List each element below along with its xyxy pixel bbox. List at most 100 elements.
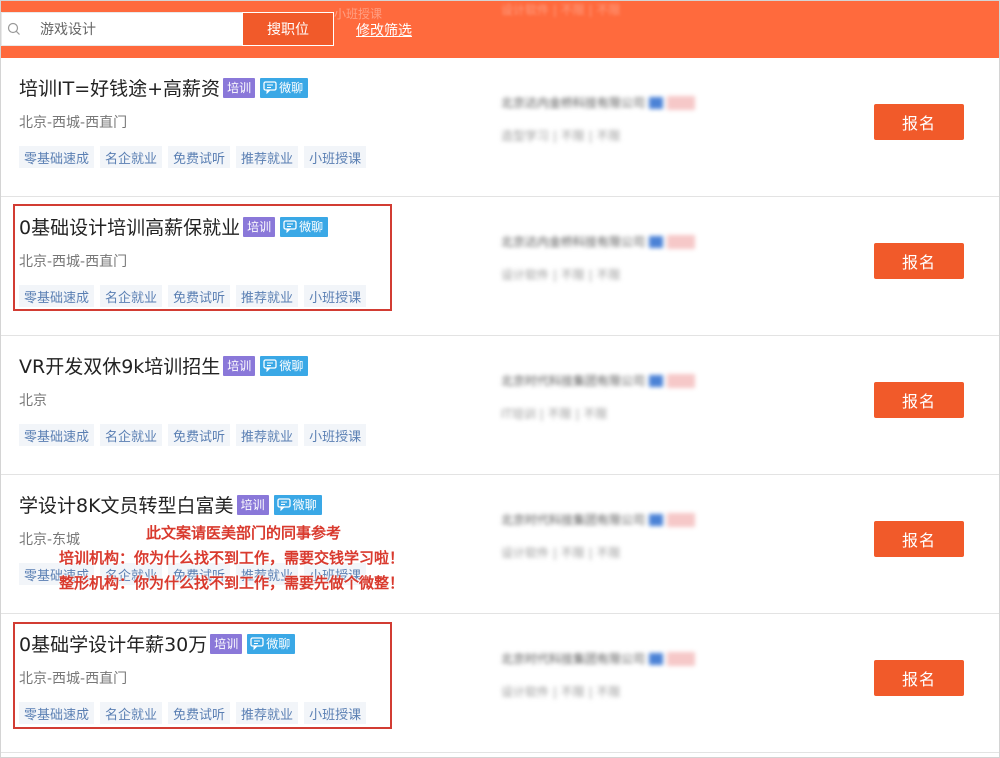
company-level-badge (667, 373, 696, 388)
job-listing-4[interactable]: 学设计8K文员转型白富美 培训 微聊 北京-东城 零基础速成 名企就业 免费试听 推荐… (1, 475, 999, 614)
job-title[interactable]: 培训IT=好钱途+高薪资 (19, 74, 220, 101)
benefit-tags: 零基础速成 名企就业 免费试听 推荐就业 小班授课 (19, 702, 372, 724)
chat-bubble-icon (250, 637, 264, 650)
company-name[interactable]: 北京时代科技集团有限公司 (501, 511, 645, 528)
benefit-tag: 小班授课 (304, 702, 367, 724)
verified-badge-icon (649, 374, 664, 387)
training-tag: 培训 (210, 633, 243, 654)
wechat-chat-label: 微聊 (266, 637, 291, 651)
title-row: 0基础学设计年薪30万 培训 微聊 (19, 630, 296, 657)
benefit-tag: 推荐就业 (236, 702, 299, 724)
job-location: 北京-西城-西直门 (19, 671, 128, 687)
training-tag: 培训 (243, 216, 276, 237)
faded-background-text-2: 设计软件 | 不限 | 不限 (501, 3, 621, 17)
job-title[interactable]: 0基础学设计年薪30万 (19, 630, 207, 657)
benefit-tag: 零基础速成 (19, 424, 95, 446)
apply-button[interactable]: 报名 (874, 104, 964, 140)
annotation-cosmetic: 整形机构：你为什么找不到工作，需要先做个微整！ (59, 574, 405, 592)
company-info: 北京达内金桥科技有限公司 造型学习 | 不限 | 不限 (501, 94, 721, 144)
wechat-chat-tag[interactable]: 微聊 (247, 633, 296, 654)
chat-bubble-icon (283, 220, 297, 233)
chat-bubble-icon (263, 81, 277, 94)
benefit-tag: 小班授课 (304, 424, 367, 446)
search-box (1, 12, 243, 46)
job-title[interactable]: 0基础设计培训高薪保就业 (19, 213, 240, 240)
annotation-training: 培训机构：你为什么找不到工作，需要交钱学习啦！ (59, 549, 405, 567)
wechat-chat-label: 微聊 (279, 359, 304, 373)
chat-bubble-icon (263, 359, 277, 372)
benefit-tag: 推荐就业 (236, 146, 299, 168)
company-meta: 设计软件 | 不限 | 不限 (501, 685, 621, 699)
company-name[interactable]: 北京时代科技集团有限公司 (501, 372, 645, 389)
search-jobs-button[interactable]: 搜职位 (242, 12, 334, 46)
benefit-tag: 小班授课 (304, 146, 367, 168)
apply-button[interactable]: 报名 (874, 660, 964, 696)
title-row: 学设计8K文员转型白富美 培训 微聊 (19, 491, 322, 518)
benefit-tag: 小班授课 (304, 285, 367, 307)
benefit-tag: 名企就业 (100, 146, 163, 168)
benefit-tag: 免费试听 (168, 424, 231, 446)
job-listing-3[interactable]: VR开发双休9k培训招生 培训 微聊 北京 零基础速成 名企就业 免费试听 推荐就业小… (1, 336, 999, 475)
wechat-chat-tag[interactable]: 微聊 (260, 77, 309, 98)
training-tag: 培训 (223, 77, 256, 98)
company-level-badge (667, 512, 696, 527)
wechat-chat-label: 微聊 (279, 81, 304, 95)
search-icon (7, 22, 20, 35)
company-info: 北京时代科技集团有限公司 设计软件 | 不限 | 不限 (501, 511, 721, 561)
job-title[interactable]: 学设计8K文员转型白富美 (19, 491, 234, 518)
verified-badge-icon (649, 513, 664, 526)
job-listing-1[interactable]: 培训IT=好钱途+高薪资 培训 微聊 北京-西城-西直门 零基础速成 名企就业 免费… (1, 58, 999, 197)
verified-badge-icon (649, 235, 664, 248)
company-name[interactable]: 北京达内金桥科技有限公司 (501, 94, 645, 111)
job-location: 北京-东城 (19, 532, 81, 548)
title-row: VR开发双休9k培训招生 培训 微聊 (19, 352, 309, 379)
search-header: 小班授课 设计软件 | 不限 | 不限 搜职位 修改筛选 (1, 1, 999, 58)
benefit-tag: 免费试听 (168, 702, 231, 724)
benefit-tag: 免费试听 (168, 285, 231, 307)
company-level-badge (667, 95, 696, 110)
company-meta: 设计软件 | 不限 | 不限 (501, 546, 621, 560)
benefit-tag: 免费试听 (168, 146, 231, 168)
company-name[interactable]: 北京达内金桥科技有限公司 (501, 233, 645, 250)
page-frame: 小班授课 设计软件 | 不限 | 不限 搜职位 修改筛选 培训IT=好钱途+高薪… (0, 0, 1000, 758)
benefit-tag: 推荐就业 (236, 424, 299, 446)
job-title[interactable]: VR开发双休9k培训招生 (19, 352, 220, 379)
company-level-badge (667, 234, 696, 249)
benefit-tag: 零基础速成 (19, 702, 95, 724)
company-info: 北京时代科技集团有限公司 IT培训 | 不限 | 不限 (501, 372, 721, 422)
benefit-tags: 零基础速成 名企就业 免费试听 推荐就业 小班授课 (19, 424, 372, 446)
company-level-badge (667, 651, 696, 666)
job-listing-5[interactable]: 0基础学设计年薪30万 培训 微聊 北京-西城-西直门 零基础速成 名企就业 免费试… (1, 614, 999, 753)
company-info: 北京达内金桥科技有限公司 设计软件 | 不限 | 不限 (501, 233, 721, 283)
benefit-tags: 零基础速成 名企就业 免费试听 推荐就业 小班授课 (19, 285, 372, 307)
apply-button[interactable]: 报名 (874, 382, 964, 418)
benefit-tag: 名企就业 (100, 424, 163, 446)
training-tag: 培训 (223, 355, 256, 376)
apply-button[interactable]: 报名 (874, 243, 964, 279)
company-name[interactable]: 北京时代科技集团有限公司 (501, 650, 645, 667)
company-meta: 造型学习 | 不限 | 不限 (501, 129, 621, 143)
wechat-chat-tag[interactable]: 微聊 (280, 216, 329, 237)
benefit-tag: 名企就业 (100, 285, 163, 307)
company-info: 北京时代科技集团有限公司 设计软件 | 不限 | 不限 (501, 650, 721, 700)
verified-badge-icon (649, 652, 664, 665)
chat-bubble-icon (276, 498, 291, 511)
wechat-chat-label: 微聊 (292, 498, 317, 512)
job-location: 北京-西城-西直门 (19, 254, 128, 270)
title-row: 培训IT=好钱途+高薪资 培训 微聊 (19, 74, 309, 101)
benefit-tag: 名企就业 (100, 702, 163, 724)
wechat-chat-label: 微聊 (299, 220, 324, 234)
benefit-tag: 零基础速成 (19, 146, 95, 168)
company-meta: IT培训 | 不限 | 不限 (501, 407, 608, 421)
title-row: 0基础设计培训高薪保就业 培训 微聊 (19, 213, 329, 240)
apply-button[interactable]: 报名 (874, 521, 964, 557)
wechat-chat-tag[interactable]: 微聊 (260, 355, 309, 376)
company-meta: 设计软件 | 不限 | 不限 (501, 268, 621, 282)
modify-filter-link[interactable]: 修改筛选 (356, 20, 412, 40)
job-location: 北京 (19, 393, 47, 409)
job-location: 北京-西城-西直门 (19, 115, 128, 131)
search-input[interactable] (40, 13, 240, 45)
wechat-chat-tag[interactable]: 微聊 (273, 494, 322, 515)
job-listing-2[interactable]: 0基础设计培训高薪保就业 培训 微聊 北京-西城-西直门 零基础速成 名企就业 免费… (1, 197, 999, 336)
verified-badge-icon (649, 96, 664, 109)
